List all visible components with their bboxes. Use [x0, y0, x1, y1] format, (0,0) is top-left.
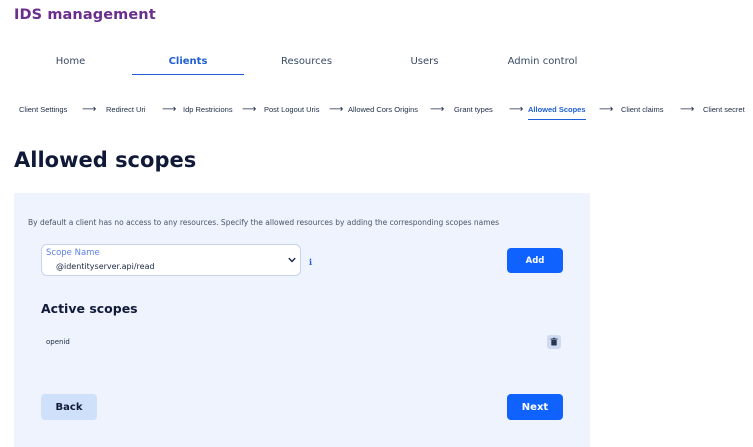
delete-scope-button[interactable] — [547, 335, 561, 349]
step-redirect-uri[interactable]: Redirect Uri — [106, 103, 146, 117]
step-allowed-cors-origins[interactable]: Allowed Cors Origins — [348, 103, 418, 117]
tab-resources[interactable]: Resources — [250, 50, 363, 74]
arrow-right-icon: ⟶ — [599, 104, 614, 115]
trash-icon — [550, 337, 558, 346]
active-scopes-title: Active scopes — [41, 301, 138, 316]
step-navigation: Client Settings ⟶ Redirect Uri ⟶ Idp Res… — [0, 103, 753, 125]
arrow-right-icon: ⟶ — [680, 104, 695, 115]
tab-users[interactable]: Users — [368, 50, 481, 74]
step-client-settings[interactable]: Client Settings — [19, 103, 67, 117]
arrow-right-icon: ⟶ — [430, 104, 445, 115]
back-button[interactable]: Back — [41, 394, 97, 420]
scope-name: openid — [46, 338, 70, 346]
tab-admin-control[interactable]: Admin control — [486, 50, 599, 74]
arrow-right-icon: ⟶ — [242, 104, 257, 115]
add-button[interactable]: Add — [507, 248, 563, 273]
step-grant-types[interactable]: Grant types — [454, 103, 493, 117]
scopes-panel — [14, 193, 590, 447]
arrow-right-icon: ⟶ — [329, 104, 344, 115]
step-client-secret[interactable]: Client secret — [703, 103, 745, 117]
scope-name-label: Scope Name — [46, 248, 100, 258]
chevron-down-icon — [288, 257, 296, 263]
tab-home[interactable]: Home — [14, 50, 127, 74]
info-icon[interactable]: i — [309, 257, 312, 267]
arrow-right-icon: ⟶ — [509, 104, 524, 115]
scope-name-value: @identityserver.api/read — [56, 262, 155, 271]
arrow-right-icon: ⟶ — [162, 104, 177, 115]
page-title: Allowed scopes — [14, 148, 197, 172]
scope-name-select[interactable]: Scope Name @identityserver.api/read — [41, 244, 301, 276]
panel-description: By default a client has no access to any… — [28, 218, 500, 227]
step-post-logout-uris[interactable]: Post Logout Uris — [264, 103, 319, 117]
list-item: openid — [41, 333, 567, 353]
step-idp-restrictions[interactable]: Idp Restricions — [183, 103, 233, 117]
step-client-claims[interactable]: Client claims — [621, 103, 664, 117]
next-button[interactable]: Next — [507, 394, 563, 420]
step-allowed-scopes[interactable]: Allowed Scopes — [528, 103, 586, 120]
main-nav: Home Clients Resources Users Admin contr… — [14, 50, 614, 77]
app-title: IDS management — [14, 7, 156, 23]
tab-clients[interactable]: Clients — [132, 50, 244, 75]
arrow-right-icon: ⟶ — [82, 104, 97, 115]
